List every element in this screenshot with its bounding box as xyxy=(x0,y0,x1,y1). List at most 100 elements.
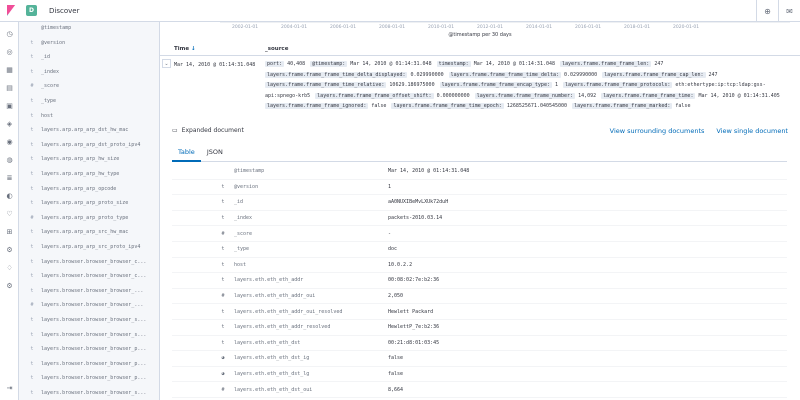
source-field-key: layers.frame.frame_frame_time_delta: xyxy=(448,71,562,78)
doc-field-row: t layers.eth.eth_eth_addr 00:08:02:7e:b2:3… xyxy=(172,273,787,289)
table-header-divider xyxy=(160,55,800,56)
source-field-key: layers.frame.frame_frame_time_epoch: xyxy=(391,103,504,110)
field-item[interactable]: t layers.arp.arp_arp_opcode xyxy=(19,182,159,196)
canvas-icon[interactable]: ▣ xyxy=(4,100,15,111)
uptime-icon[interactable]: ♡ xyxy=(4,208,15,219)
doc-field-value: 2,050 xyxy=(388,293,404,300)
doc-field-row: t layers.eth.eth_eth_dst 00:21:d8:01:03:45 xyxy=(172,336,787,352)
mail-icon[interactable]: ✉ xyxy=(778,0,800,22)
recent-clock-icon[interactable]: ◷ xyxy=(4,28,15,39)
view-surrounding-link[interactable]: View surrounding documents xyxy=(610,127,705,135)
doc-field-name: _id xyxy=(234,199,244,206)
field-item[interactable]: # layers.arp.arp_arp_proto_type xyxy=(19,211,159,225)
string-type-icon: t xyxy=(30,229,34,236)
field-name: @version xyxy=(41,39,66,46)
field-item[interactable]: @timestamp xyxy=(19,22,159,35)
doc-field-row: # layers.eth.eth_eth_addr_oui 2,050 xyxy=(172,289,787,305)
field-item[interactable]: t layers.arp.arp_arp_hw_type xyxy=(19,167,159,181)
source-field-value: 0.029990000 xyxy=(564,71,598,78)
source-field-value: Mar 14, 2010 @ 01:14:31.048 xyxy=(350,61,432,67)
field-name: layers.browser.browser_browser_s... xyxy=(41,317,147,323)
kibana-logo-icon[interactable] xyxy=(0,0,22,22)
field-item[interactable]: t layers.arp.arp_arp_src_hw_mac xyxy=(19,225,159,239)
field-name: layers.arp.arp_arp_dst_hw_mac xyxy=(41,127,129,134)
axis-tick-label: 2008-01-01 xyxy=(379,25,406,30)
source-field-key: layers.frame.frame_frame_ignored: xyxy=(265,103,369,110)
field-item[interactable]: t layers.arp.arp_arp_hw_size xyxy=(19,152,159,166)
string-type-icon: t xyxy=(30,185,34,192)
collapse-nav-icon[interactable]: ⇥ xyxy=(4,382,15,393)
number-type-icon: # xyxy=(221,293,225,300)
string-type-icon: t xyxy=(30,375,34,382)
column-header-time[interactable]: Time ↓ xyxy=(174,46,196,52)
field-item[interactable]: t layers.arp.arp_arp_dst_hw_mac xyxy=(19,123,159,137)
field-item[interactable]: # layers.browser.browser_browser_... xyxy=(19,298,159,312)
stack-monitoring-icon[interactable]: ♢ xyxy=(4,262,15,273)
source-field-key: port: xyxy=(265,61,285,67)
row-collapse-icon[interactable]: ⌄ xyxy=(162,59,171,68)
side-nav: ◷ ◎ ▦ ▤ ▣ ◈ ◉ ◍ ≣ ◐ ♡ ⊞ ⚙ ♢ ⚙ ⇥ xyxy=(0,22,19,400)
field-item[interactable]: t layers.browser.browser_browser_p... xyxy=(19,342,159,356)
siem-icon[interactable]: ⊞ xyxy=(4,226,15,237)
folder-open-icon: ▭ xyxy=(172,127,178,134)
field-item[interactable]: t layers.browser.browser_browser_p... xyxy=(19,371,159,385)
source-field-value: false xyxy=(371,103,387,110)
page-title: Discover xyxy=(49,6,80,15)
field-item[interactable]: t layers.browser.browser_browser_s... xyxy=(19,386,159,400)
dashboard-icon[interactable]: ▤ xyxy=(4,82,15,93)
tab-table[interactable]: Table xyxy=(172,146,201,162)
histogram-axis-title: @timestamp per 30 days xyxy=(448,32,512,38)
source-field-value: 0.000000000 xyxy=(436,92,470,99)
discover-icon[interactable]: ◎ xyxy=(4,46,15,57)
dev-tools-icon[interactable]: ⚙ xyxy=(4,244,15,255)
view-single-link[interactable]: View single document xyxy=(716,127,788,135)
field-item[interactable]: t @version xyxy=(19,36,159,50)
field-item[interactable]: t layers.browser.browser_browser_s... xyxy=(19,313,159,327)
space-badge[interactable]: D xyxy=(26,5,37,16)
field-item[interactable]: t layers.browser.browser_browser_p... xyxy=(19,357,159,371)
maps-icon[interactable]: ◈ xyxy=(4,118,15,129)
doc-field-name: layers.eth.eth_eth_addr xyxy=(234,277,304,284)
doc-field-value: HewlettP_7e:b2:36 xyxy=(388,324,440,331)
field-item[interactable]: t layers.browser.browser_browser_c... xyxy=(19,269,159,283)
visualize-icon[interactable]: ▦ xyxy=(4,64,15,75)
source-field-value: 40,408 xyxy=(287,61,306,67)
field-item[interactable]: t layers.browser.browser_browser_s... xyxy=(19,328,159,342)
string-type-icon: t xyxy=(221,277,225,284)
help-icon[interactable]: ⊕ xyxy=(756,0,778,22)
doc-field-row: @timestamp Mar 14, 2010 @ 01:14:31.048 xyxy=(172,164,787,180)
field-name: layers.browser.browser_browser_s... xyxy=(41,390,147,396)
string-type-icon: t xyxy=(30,200,34,207)
sort-arrow-icon[interactable]: ↓ xyxy=(191,46,196,52)
axis-tick-label: 2002-01-01 xyxy=(232,25,259,30)
field-name: _type xyxy=(41,98,57,104)
string-type-icon: t xyxy=(221,183,225,190)
apm-icon[interactable]: ◐ xyxy=(4,190,15,201)
logs-icon[interactable]: ≣ xyxy=(4,172,15,183)
field-name: layers.browser.browser_browser_s... xyxy=(41,331,147,338)
field-item[interactable]: t layers.arp.arp_arp_proto_size xyxy=(19,196,159,210)
field-name: layers.browser.browser_browser_p... xyxy=(41,360,147,367)
string-type-icon: t xyxy=(221,246,225,253)
field-item[interactable]: t layers.browser.browser_browser_c... xyxy=(19,255,159,269)
management-icon[interactable]: ⚙ xyxy=(4,280,15,291)
source-field-key: layers.frame.frame_frame_time_delta_disp… xyxy=(265,71,408,78)
field-item[interactable]: t layers.arp.arp_arp_src_proto_ipv4 xyxy=(19,240,159,254)
string-type-icon: t xyxy=(30,39,34,46)
field-item[interactable]: t host xyxy=(19,109,159,123)
field-item[interactable]: t _type xyxy=(19,94,159,108)
field-item[interactable]: t _index xyxy=(19,65,159,79)
field-name: layers.browser.browser_browser_... xyxy=(41,287,144,294)
tab-json[interactable]: JSON xyxy=(201,146,229,162)
field-item[interactable]: t layers.browser.browser_browser_... xyxy=(19,284,159,298)
ml-icon[interactable]: ◉ xyxy=(4,136,15,147)
field-item[interactable]: # _score xyxy=(19,79,159,93)
field-item[interactable]: t _id xyxy=(19,50,159,64)
string-type-icon: t xyxy=(221,308,225,315)
source-field-value: 247 xyxy=(708,71,718,78)
doc-field-name: layers.eth.eth_eth_dst_ig xyxy=(234,355,310,362)
source-field-value: Mar 14, 2010 @ 01:14:31.405 xyxy=(698,92,780,99)
string-type-icon: t xyxy=(30,156,34,163)
metrics-icon[interactable]: ◍ xyxy=(4,154,15,165)
field-item[interactable]: t layers.arp.arp_arp_dst_proto_ipv4 xyxy=(19,138,159,152)
